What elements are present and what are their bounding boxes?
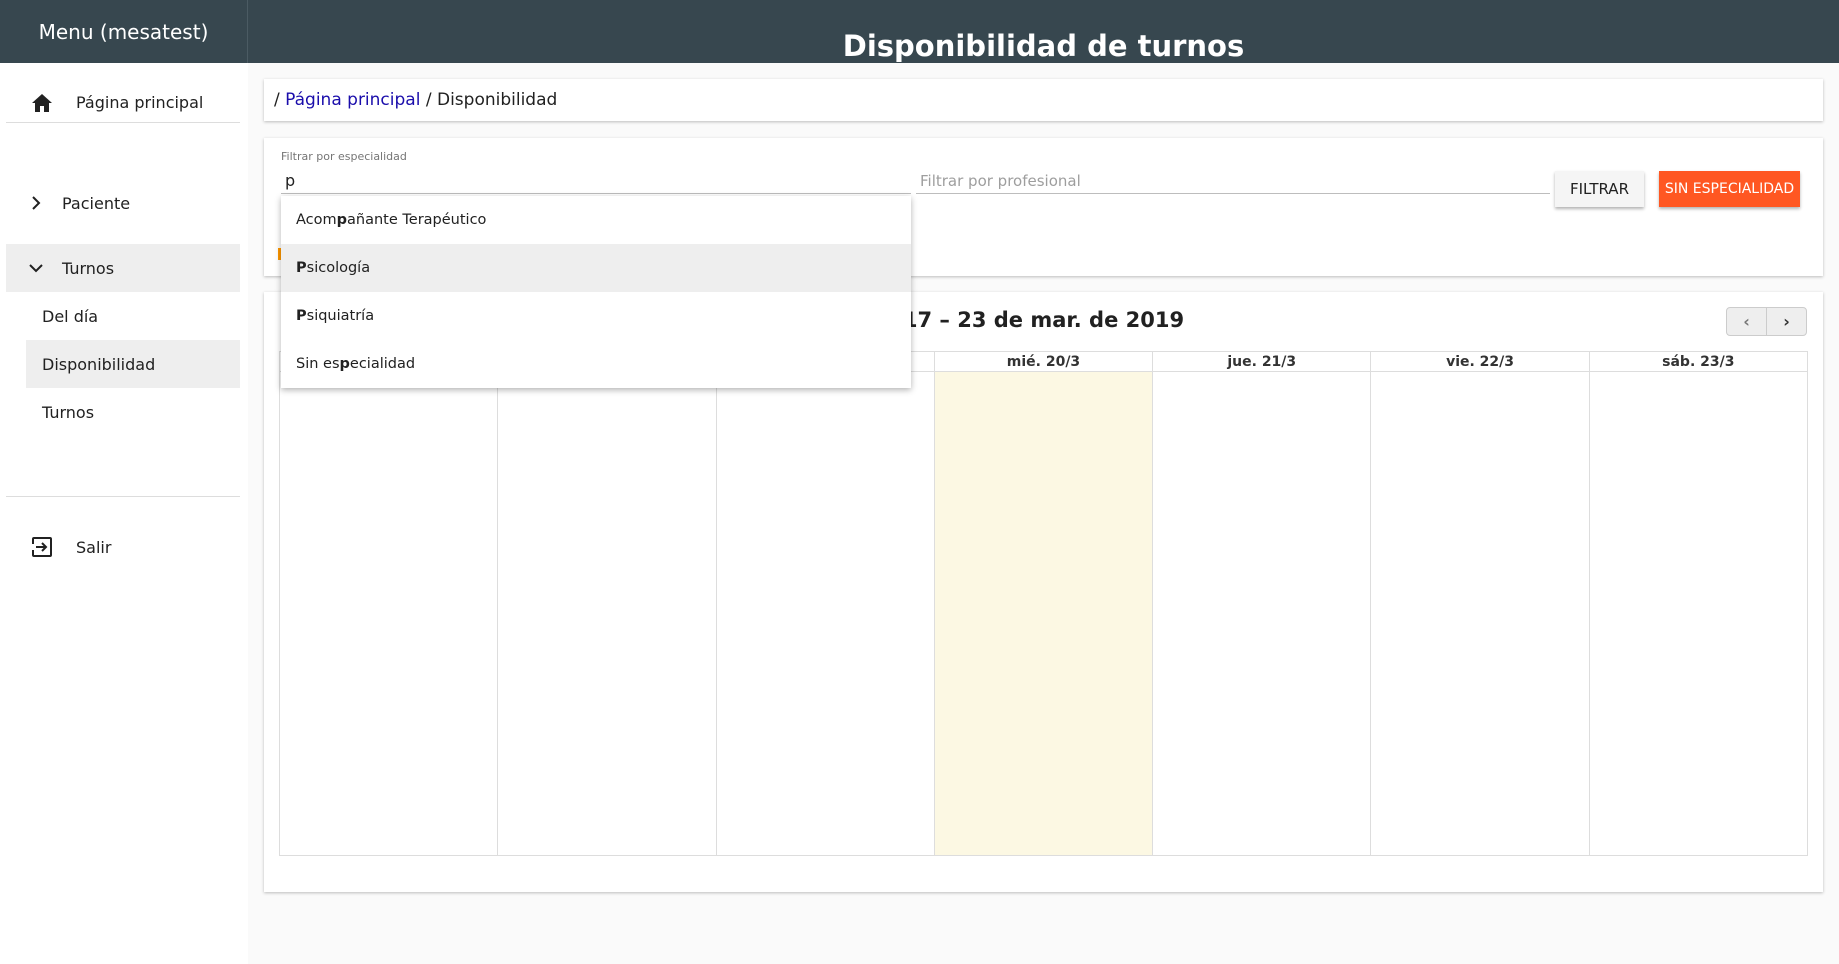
calendar-grid: mié. 20/3 jue. 21/3 vie. 22/3 sáb. 23/3: [279, 351, 1808, 856]
calendar-day-column[interactable]: vie. 22/3: [1370, 352, 1589, 855]
calendar-nav: ‹ ›: [1726, 307, 1807, 336]
logout-icon: [30, 535, 54, 559]
specialty-label: Filtrar por especialidad: [281, 150, 407, 163]
no-specialty-button[interactable]: SIN ESPECIALIDAD: [1659, 171, 1800, 207]
professional-input[interactable]: [916, 168, 1550, 194]
day-header: mié. 20/3: [934, 352, 1153, 372]
sidebar-item-turnos[interactable]: Turnos: [6, 244, 240, 292]
day-header: vie. 22/3: [1371, 352, 1589, 372]
calendar-day-column[interactable]: [280, 352, 498, 855]
breadcrumb-home-link[interactable]: Página principal: [285, 90, 420, 110]
calendar-day-column[interactable]: [497, 352, 716, 855]
breadcrumb-separator: /: [425, 90, 432, 110]
calendar-day-column-today[interactable]: mié. 20/3: [933, 352, 1153, 855]
sidebar: Página principal Paciente Turnos Del día…: [0, 63, 248, 964]
home-icon: [30, 91, 54, 115]
sidebar-item-label: Paciente: [62, 193, 131, 213]
calendar-day-column[interactable]: sáb. 23/3: [1588, 352, 1807, 855]
calendar-day-column[interactable]: [715, 352, 934, 855]
page-title: Disponibilidad de turnos: [248, 0, 1839, 63]
chevron-down-icon: [24, 256, 48, 280]
specialty-autocomplete: Acom p añante Terapéutico Psicología Psiqu…: [281, 196, 911, 388]
breadcrumb: / Página principal / Disponibilidad: [264, 79, 1823, 121]
prev-week-button[interactable]: ‹: [1726, 307, 1767, 336]
sidebar-item-salir[interactable]: Salir: [6, 523, 240, 571]
sidebar-item-label: Salir: [76, 537, 112, 557]
sidebar-item-del-dia[interactable]: Del día: [26, 292, 240, 340]
sidebar-title: Menu (mesatest): [0, 0, 247, 63]
sidebar-item-paciente[interactable]: Paciente: [6, 179, 240, 227]
autocomplete-option[interactable]: Acom p añante Terapéutico: [281, 196, 911, 244]
autocomplete-option[interactable]: Psicología: [281, 244, 911, 292]
day-header: jue. 21/3: [1153, 352, 1371, 372]
filter-button[interactable]: FILTRAR: [1555, 171, 1644, 207]
sidebar-item-label: Turnos: [62, 258, 115, 278]
sidebar-item-turnos-list[interactable]: Turnos: [26, 388, 240, 436]
sidebar-divider: [6, 496, 240, 497]
sidebar-item-label: Página principal: [76, 93, 204, 112]
autocomplete-option[interactable]: Psiquiatría: [281, 292, 911, 340]
chevron-right-icon: [24, 191, 48, 215]
next-week-button[interactable]: ›: [1766, 307, 1807, 336]
sidebar-item-disponibilidad[interactable]: Disponibilidad: [26, 340, 240, 388]
specialty-input[interactable]: [281, 168, 911, 194]
breadcrumb-current: Disponibilidad: [436, 90, 558, 110]
sidebar-item-home[interactable]: Página principal: [6, 83, 240, 123]
autocomplete-option[interactable]: Sin es p ecialidad: [281, 340, 911, 388]
breadcrumb-separator: /: [274, 90, 280, 110]
calendar-day-column[interactable]: jue. 21/3: [1152, 352, 1371, 855]
day-header: sáb. 23/3: [1589, 352, 1807, 372]
